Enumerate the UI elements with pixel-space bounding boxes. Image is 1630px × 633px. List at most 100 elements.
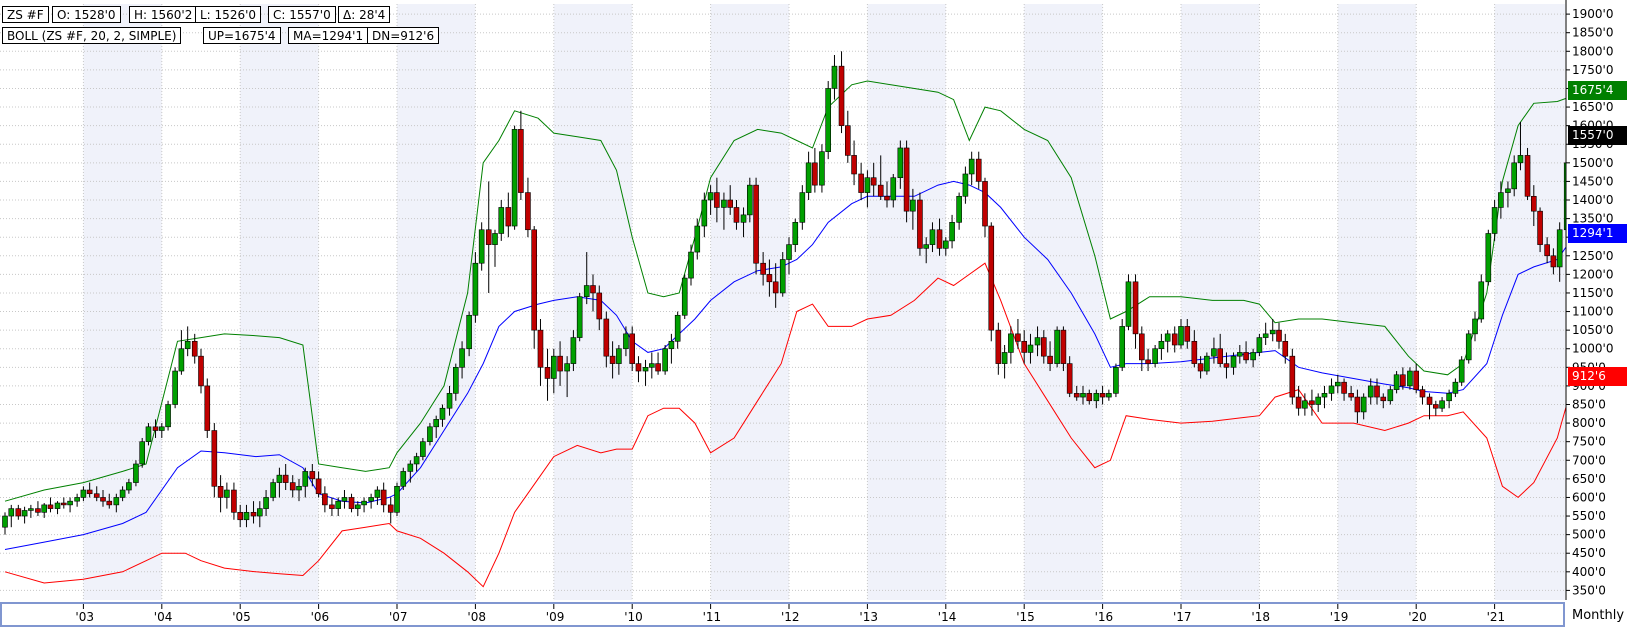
candle-up — [74, 493, 80, 507]
candle-body — [439, 407, 446, 420]
candle-body — [1171, 333, 1178, 346]
candle-up — [831, 55, 838, 100]
candle-body — [746, 184, 753, 216]
candle-body — [1015, 333, 1021, 342]
candle-up — [368, 493, 374, 509]
candle-up — [21, 506, 28, 524]
candle-body — [1367, 385, 1374, 398]
candle-body — [282, 474, 289, 483]
candle-body — [623, 333, 629, 350]
candle-up — [492, 229, 498, 267]
y-tick-label: 1450'0 — [1572, 174, 1613, 188]
candle-down — [231, 482, 237, 520]
candle-body — [322, 493, 328, 506]
candle-body — [1262, 333, 1269, 338]
y-tick-label: 1250'0 — [1572, 249, 1613, 263]
candle-body — [172, 370, 178, 405]
candle-body — [1256, 337, 1263, 353]
candle-down — [60, 497, 67, 509]
candle-up — [498, 200, 505, 241]
candle-body — [557, 355, 563, 372]
candle-up — [374, 486, 381, 505]
candle-body — [1524, 155, 1531, 197]
candle-body — [1413, 370, 1419, 390]
candle-up — [662, 345, 668, 375]
candle-body — [1531, 195, 1537, 212]
candle-body — [662, 348, 668, 372]
candle-up — [1472, 311, 1478, 342]
candle-down — [204, 378, 211, 438]
candle-body — [707, 192, 714, 201]
candle-body — [995, 329, 1002, 364]
candle-down — [851, 140, 857, 186]
candle-body — [211, 430, 218, 487]
candle-body — [1164, 333, 1171, 342]
y-tick-label: 350'0 — [1572, 583, 1606, 597]
candle-down — [1419, 385, 1426, 405]
year-shade — [867, 4, 946, 600]
year-shade — [1024, 4, 1103, 600]
candle-up — [28, 504, 34, 518]
candle-body — [1139, 333, 1145, 361]
candle-body — [1452, 381, 1459, 394]
x-tick-label: '04 — [154, 610, 173, 624]
chart-canvas[interactable]: 350'0 400'0 450'0 500'0 550'0 600'0 650'0 700'0… — [0, 0, 1630, 633]
candle-body — [910, 199, 916, 212]
candle-body — [929, 229, 936, 245]
y-tick-label: 1050'0 — [1572, 323, 1613, 337]
candle-up — [1158, 333, 1165, 360]
candle-down — [1132, 274, 1139, 349]
candle-body — [1269, 329, 1276, 335]
candle-body — [570, 337, 577, 364]
x-tick-label: '20 — [1408, 610, 1427, 624]
candle-down — [917, 192, 923, 256]
candle-body — [198, 355, 204, 387]
candle-body — [237, 512, 243, 521]
candle-body — [1217, 348, 1223, 364]
y-tick-label: 1000'0 — [1572, 342, 1613, 356]
candle-body — [446, 393, 453, 409]
candle-body — [1374, 385, 1380, 398]
candle-up — [1262, 322, 1269, 346]
candle-up — [792, 218, 799, 253]
candle-body — [315, 478, 322, 495]
candle-body — [668, 340, 675, 350]
candle-body — [1485, 233, 1492, 283]
candle-body — [224, 489, 230, 498]
candle-down — [1289, 348, 1296, 405]
candle-body — [1295, 396, 1302, 409]
middle-band-box: MA=1294'1 — [288, 27, 369, 44]
candle-body — [511, 129, 518, 227]
candle-body — [191, 340, 198, 357]
candle-up — [962, 166, 969, 204]
candle-up — [825, 81, 832, 160]
y-tick-label: 850'0 — [1572, 398, 1606, 412]
candle-body — [113, 497, 120, 506]
timeframe-label[interactable]: Monthly — [1572, 608, 1624, 623]
candle-down — [380, 482, 387, 513]
candle-body — [505, 207, 512, 227]
candle-body — [596, 292, 603, 320]
candle-body — [374, 489, 381, 498]
x-tick-label: '12 — [781, 610, 800, 624]
x-tick-label: '13 — [859, 610, 878, 624]
candle-body — [949, 222, 955, 242]
candle-body — [1145, 359, 1151, 364]
candle-body — [792, 222, 799, 245]
candle-up — [354, 501, 361, 517]
candle-down — [635, 356, 642, 383]
candle-up — [133, 460, 139, 487]
candle-body — [1132, 281, 1139, 335]
candle-body — [145, 426, 152, 442]
candle-body — [1478, 281, 1485, 320]
candle-up — [1458, 356, 1465, 386]
candle-up — [1125, 274, 1132, 331]
x-tick-label: '06 — [311, 610, 330, 624]
y-tick-label: 1100'0 — [1572, 305, 1613, 319]
candle-down — [858, 162, 864, 201]
candle-body — [329, 504, 335, 509]
candle-body — [518, 129, 524, 193]
candle-body — [1550, 255, 1557, 268]
candle-body — [890, 177, 897, 201]
candle-body — [361, 500, 367, 506]
